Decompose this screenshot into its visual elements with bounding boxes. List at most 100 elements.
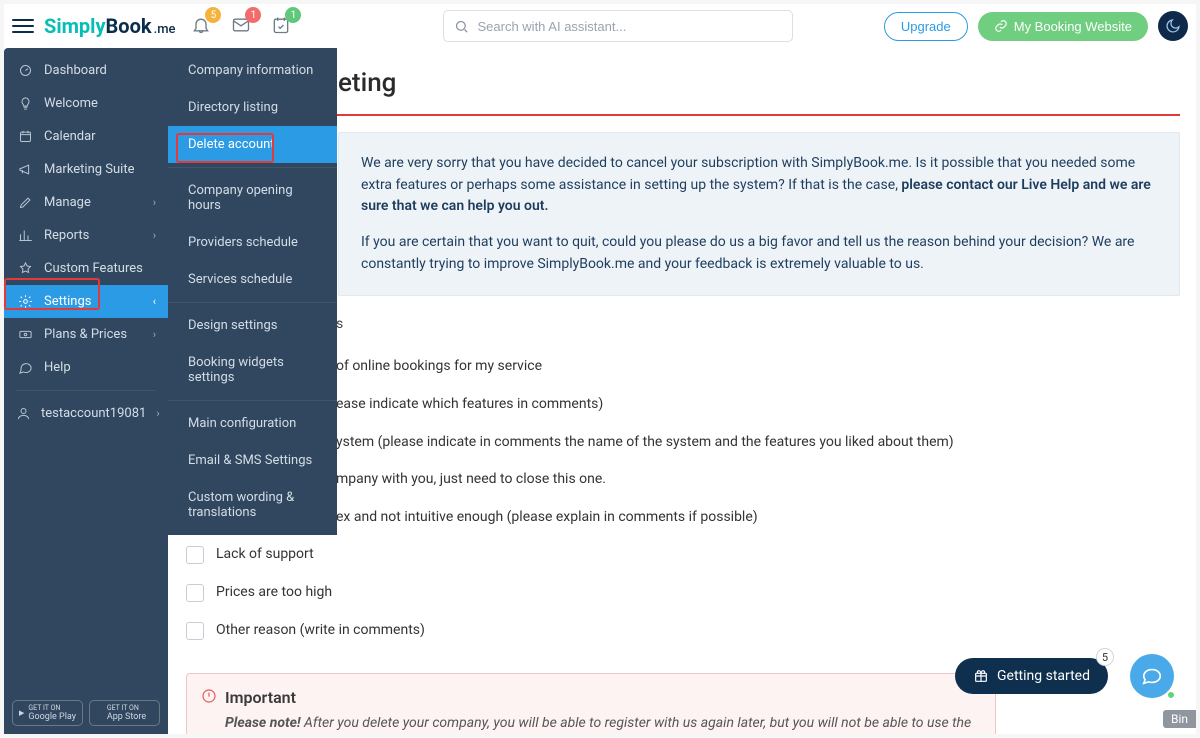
pencil-icon	[16, 195, 34, 210]
reason-row: Prices are too high	[186, 574, 1180, 612]
logo-suffix: .me	[154, 22, 176, 37]
moon-icon	[1165, 18, 1181, 34]
reason-label: ex and not intuitive enough (please expl…	[336, 508, 758, 528]
megaphone-icon	[16, 162, 34, 177]
sidebar-item-reports[interactable]: Reports ›	[4, 219, 168, 252]
sidebar-item-label: Marketing Suite	[44, 162, 135, 177]
chat-bubble-icon	[1141, 665, 1163, 687]
header-icon-row: 5 1 1	[191, 15, 293, 37]
google-play-badge[interactable]: ▶ GET IT ON Google Play	[12, 700, 83, 726]
sidebar-item-label: Help	[44, 360, 71, 375]
logo-part1: Simply	[44, 14, 106, 38]
cash-icon	[16, 327, 34, 342]
important-body: After you delete your company, you will …	[225, 715, 972, 734]
flyout-company-opening-hours[interactable]: Company opening hours	[168, 172, 337, 224]
account-label: testaccount19081	[41, 406, 146, 421]
play-icon: ▶	[19, 709, 24, 717]
sidebar-item-marketing[interactable]: Marketing Suite	[4, 153, 168, 186]
menu-toggle[interactable]	[12, 15, 34, 37]
reason-label: Lack of support	[216, 545, 314, 565]
app-store-badges: ▶ GET IT ON Google Play GET IT ON App St…	[4, 692, 168, 734]
store-small: GET IT ON	[107, 704, 146, 712]
tasks-icon[interactable]: 1	[271, 15, 293, 37]
sidebar-item-label: Custom Features	[44, 261, 143, 276]
sidebar-item-help[interactable]: Help	[4, 351, 168, 384]
flyout-design-settings[interactable]: Design settings	[168, 307, 337, 344]
search-input-wrap[interactable]	[443, 10, 793, 42]
chevron-left-icon: ‹	[153, 295, 156, 308]
reason-label: ystem (please indicate in comments the n…	[336, 433, 954, 453]
reason-label: Prices are too high	[216, 583, 332, 603]
logo-part2: Book	[106, 14, 152, 38]
bulb-icon	[16, 96, 34, 111]
flyout-company-information[interactable]: Company information	[168, 52, 337, 89]
chat-online-dot	[1166, 690, 1176, 700]
flyout-main-configuration[interactable]: Main configuration	[168, 405, 337, 442]
chevron-right-icon: ›	[153, 229, 156, 242]
messages-icon[interactable]: 1	[231, 15, 253, 37]
app-store-badge[interactable]: GET IT ON App Store	[89, 700, 160, 726]
flyout-providers-schedule[interactable]: Providers schedule	[168, 224, 337, 261]
getting-started-button[interactable]: Getting started	[955, 658, 1108, 694]
flyout-custom-wording[interactable]: Custom wording & translations	[168, 479, 337, 531]
flyout-booking-widgets-settings[interactable]: Booking widgets settings	[168, 344, 337, 396]
flyout-email-sms-settings[interactable]: Email & SMS Settings	[168, 442, 337, 479]
dark-mode-toggle[interactable]	[1158, 11, 1188, 41]
reason-checkbox[interactable]	[186, 584, 204, 602]
warning-icon	[201, 688, 217, 704]
bin-tag[interactable]: Bin	[1163, 710, 1196, 728]
sidebar-item-settings[interactable]: Settings ‹	[4, 285, 168, 318]
reason-row: Lack of support	[186, 536, 1180, 574]
important-title: Important	[225, 688, 977, 707]
getting-started-count: 5	[1096, 648, 1114, 666]
calendar-icon	[16, 129, 34, 144]
upgrade-button[interactable]: Upgrade	[884, 12, 968, 41]
reasons-heading: s	[336, 316, 1180, 332]
search-input[interactable]	[477, 19, 782, 34]
important-bold: Please note!	[225, 715, 301, 731]
reason-label: mpany with you, just need to close this …	[336, 470, 606, 490]
getting-started-label: Getting started	[997, 668, 1090, 684]
sidebar-item-label: Settings	[44, 294, 91, 309]
sidebar-item-manage[interactable]: Manage ›	[4, 186, 168, 219]
reason-checkbox[interactable]	[186, 622, 204, 640]
reason-checkbox[interactable]	[186, 546, 204, 564]
reason-row: Other reason (write in comments)	[186, 612, 1180, 650]
notice-box: We are very sorry that you have decided …	[338, 132, 1180, 296]
flyout-services-schedule[interactable]: Services schedule	[168, 261, 337, 298]
sidebar-item-account[interactable]: testaccount19081 ›	[4, 397, 168, 430]
chevron-right-icon: ›	[153, 328, 156, 341]
my-booking-website-button[interactable]: My Booking Website	[978, 12, 1148, 41]
link-icon	[994, 19, 1008, 33]
sidebar-item-label: Manage	[44, 195, 91, 210]
notifications-icon[interactable]: 5	[191, 15, 213, 37]
sidebar-item-dashboard[interactable]: Dashboard	[4, 54, 168, 87]
gift-icon	[973, 668, 989, 684]
settings-flyout: Company information Directory listing De…	[168, 48, 337, 535]
store-small: GET IT ON	[28, 704, 76, 712]
sidebar-item-plans-prices[interactable]: Plans & Prices ›	[4, 318, 168, 351]
flyout-delete-account[interactable]: Delete account	[168, 126, 337, 163]
sidebar-item-label: Reports	[44, 228, 89, 243]
my-booking-website-label: My Booking Website	[1014, 19, 1132, 34]
important-box: Important Please note! After you delete …	[186, 673, 996, 734]
sidebar: Dashboard Welcome Calendar Marketing Sui…	[4, 48, 168, 734]
notice-text-2: If you are certain that you want to quit…	[361, 232, 1157, 275]
chat-icon	[16, 360, 34, 375]
sidebar-item-calendar[interactable]: Calendar	[4, 120, 168, 153]
reason-label: of online bookings for my service	[336, 357, 542, 377]
sidebar-item-welcome[interactable]: Welcome	[4, 87, 168, 120]
tasks-badge: 1	[285, 7, 301, 23]
flyout-directory-listing[interactable]: Directory listing	[168, 89, 337, 126]
chevron-right-icon: ›	[156, 407, 159, 420]
logo[interactable]: SimplyBook.me	[44, 14, 175, 38]
reason-label: Other reason (write in comments)	[216, 621, 425, 641]
chart-icon	[16, 228, 34, 243]
dashboard-icon	[16, 63, 34, 78]
sidebar-item-custom-features[interactable]: Custom Features	[4, 252, 168, 285]
store-big: Google Play	[28, 712, 76, 722]
sidebar-item-label: Plans & Prices	[44, 327, 127, 342]
store-big: App Store	[107, 712, 146, 722]
messages-badge: 1	[245, 7, 261, 23]
sidebar-item-label: Calendar	[44, 129, 96, 144]
